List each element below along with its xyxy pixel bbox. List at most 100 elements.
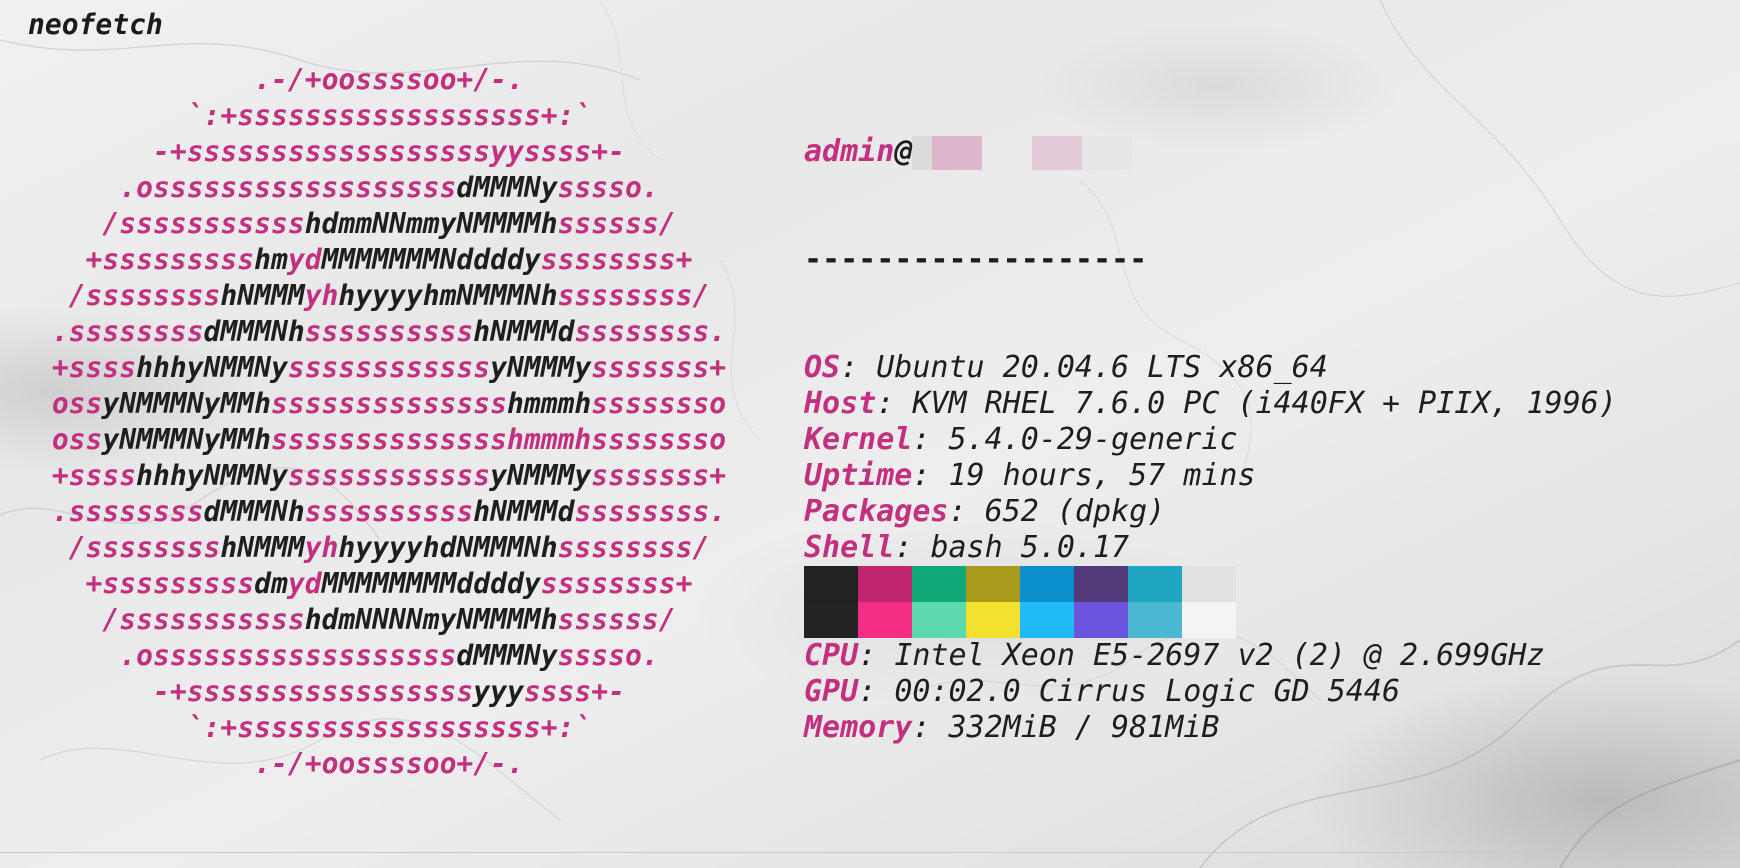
logo-segment: oss [51, 423, 103, 456]
logo-line: ossyNMMMNyMMhsssssssssssssshmmmhssssssso [28, 422, 750, 458]
logo-segment: dMMMNy [456, 639, 558, 672]
logo-segment: .-/+oossssoo+/-. [254, 63, 524, 96]
color-swatch-bright-6 [1128, 602, 1182, 638]
logo-segment: -+ssssssssssssssssssyyssss+- [152, 135, 625, 168]
logo-segment: yh [304, 531, 339, 564]
logo-segment: dMMMNh [203, 315, 305, 348]
color-swatch-normal-3 [966, 566, 1020, 602]
logo-segment: hNMMM [220, 531, 305, 564]
logo-segment: yd [287, 243, 322, 276]
logo-segment: ssssssss. [574, 495, 727, 528]
info-key: Memory [804, 710, 913, 745]
logo-segment: oss [51, 387, 103, 420]
logo-line: .ossssssssssssssssssdMMMNysssso. [28, 170, 750, 206]
info-key: Kernel [804, 422, 913, 457]
logo-segment: yNMMMNyMMh [102, 423, 271, 456]
info-value: Intel Xeon E5-2697 v2 (2) @ 2.699GHz [894, 638, 1545, 673]
logo-segment: hNMMMd [473, 315, 575, 348]
logo-line: -+ssssssssssssssssssyyssss+- [28, 134, 750, 170]
redacted-hostname [912, 136, 1133, 170]
at-sign: @ [894, 134, 913, 169]
logo-line: /sssssssshNMMMyhhyyyyhdNMMMNhssssssss/ [28, 530, 750, 566]
separator-line: ------------------- [804, 242, 1148, 277]
info-key: OS [804, 350, 841, 385]
logo-segment: ssssss/ [557, 603, 676, 636]
info-key: Packages [804, 494, 949, 529]
color-swatch-bright-7 [1182, 602, 1236, 638]
info-value: Ubuntu 20.04.6 LTS x86_64 [876, 350, 1328, 385]
logo-segment: .ossssssssssssssssss [119, 639, 457, 672]
logo-segment: `:+ssssssssssssssssss+:` [186, 99, 592, 132]
logo-segment: ssssssss/ [557, 531, 710, 564]
logo-segment: sssso. [557, 639, 659, 672]
logo-segment: ssssssss+ [540, 243, 693, 276]
username: admin [804, 134, 895, 169]
logo-line: ossyNMMMNyMMhsssssssssssssshmmmhssssssso [28, 386, 750, 422]
info-row-shell: Shell: bash 5.0.17 [804, 530, 1130, 565]
info-key: GPU [804, 674, 859, 709]
logo-line: .ssssssssdMMMNhsssssssssshNMMMdssssssss. [28, 494, 750, 530]
logo-segment: ssssssssss [304, 315, 474, 348]
logo-line: .ssssssssdMMMNhsssssssssshNMMMdssssssss. [28, 314, 750, 350]
logo-segment: dm [254, 567, 288, 600]
user-host-line: admin@ [804, 134, 1617, 170]
logo-segment: sssso. [557, 171, 659, 204]
color-swatch-normal-5 [1074, 566, 1128, 602]
palette-normal-row [804, 566, 1236, 602]
logo-segment: ssss+- [523, 675, 626, 708]
color-swatch-bright-5 [1074, 602, 1128, 638]
color-swatch-normal-1 [858, 566, 912, 602]
logo-line: .-/+oossssoo+/-. [28, 62, 750, 98]
info-row-uptime: Uptime: 19 hours, 57 mins [804, 458, 1256, 493]
color-swatch-bright-2 [912, 602, 966, 638]
logo-line: /sssssssshNMMMyhhyyyyhmNMMMNhssssssss/ [28, 278, 750, 314]
info-value: 19 hours, 57 mins [948, 458, 1256, 493]
logo-segment: ssssssssssss [287, 351, 491, 384]
info-fields: OS: Ubuntu 20.04.6 LTS x86_64 Host: KVM R… [804, 350, 1617, 746]
info-value: bash 5.0.17 [930, 530, 1130, 565]
logo-segment: hmmmh [507, 387, 592, 420]
color-swatch-bright-4 [1020, 602, 1074, 638]
logo-segment: sssssss+ [591, 459, 727, 492]
logo-segment: MMMMMMMMddddy [321, 567, 541, 600]
logo-segment: hdmmNNmmyNMMMMh [304, 207, 558, 240]
logo-segment: ssssssssssss [287, 459, 491, 492]
logo-segment: MMMMMMMNddddy [321, 243, 541, 276]
logo-segment: +sssssssss [85, 243, 255, 276]
info-key: Host [804, 386, 877, 421]
logo-segment: .ssssssss [51, 495, 204, 528]
info-value: 332MiB / 981MiB [948, 710, 1220, 745]
info-value: 652 (dpkg) [984, 494, 1166, 529]
logo-segment: +sssssssss [85, 567, 255, 600]
info-row-cpu: CPU: Intel Xeon E5-2697 v2 (2) @ 2.699GH… [804, 638, 1545, 673]
info-value: 5.4.0-29-generic [948, 422, 1238, 457]
command-prompt: neofetch [28, 8, 163, 41]
logo-segment: yh [304, 279, 339, 312]
logo-segment: dMMMNh [203, 495, 305, 528]
info-key: CPU [804, 638, 859, 673]
logo-segment: yNMMMNyMMh [102, 387, 271, 420]
logo-segment: `:+ssssssssssssssssss+:` [186, 711, 592, 744]
logo-segment: ssssssso [591, 387, 727, 420]
window-bottom-border [0, 852, 1740, 853]
logo-segment: hhhyNMMNy [136, 351, 288, 384]
logo-segment: yyy [473, 675, 524, 708]
logo-segment: +ssss [51, 351, 137, 384]
color-swatch-bright-0 [804, 602, 858, 638]
info-key: Shell [804, 530, 895, 565]
color-swatch-bright-3 [966, 602, 1020, 638]
logo-segment: ssssssss. [574, 315, 727, 348]
logo-segment: .ossssssssssssssssss [119, 171, 457, 204]
info-row-kernel: Kernel: 5.4.0-29-generic [804, 422, 1238, 457]
logo-segment: dMMMNy [456, 171, 558, 204]
logo-line: -+sssssssssssssssssyyyssss+- [28, 674, 750, 710]
color-swatch-normal-7 [1182, 566, 1236, 602]
logo-segment: hyyyyhmNMMMNh [338, 279, 558, 312]
info-row-packages: Packages: 652 (dpkg) [804, 494, 1166, 529]
logo-segment: hyyyyhdNMMMNh [338, 531, 558, 564]
logo-segment: yNMMMy [490, 351, 592, 384]
logo-segment: yd [287, 567, 322, 600]
system-info-panel: admin@ ------------------- OS: Ubuntu 20… [804, 62, 1617, 782]
logo-segment: ssssssssss [304, 495, 474, 528]
info-key: Uptime [804, 458, 913, 493]
